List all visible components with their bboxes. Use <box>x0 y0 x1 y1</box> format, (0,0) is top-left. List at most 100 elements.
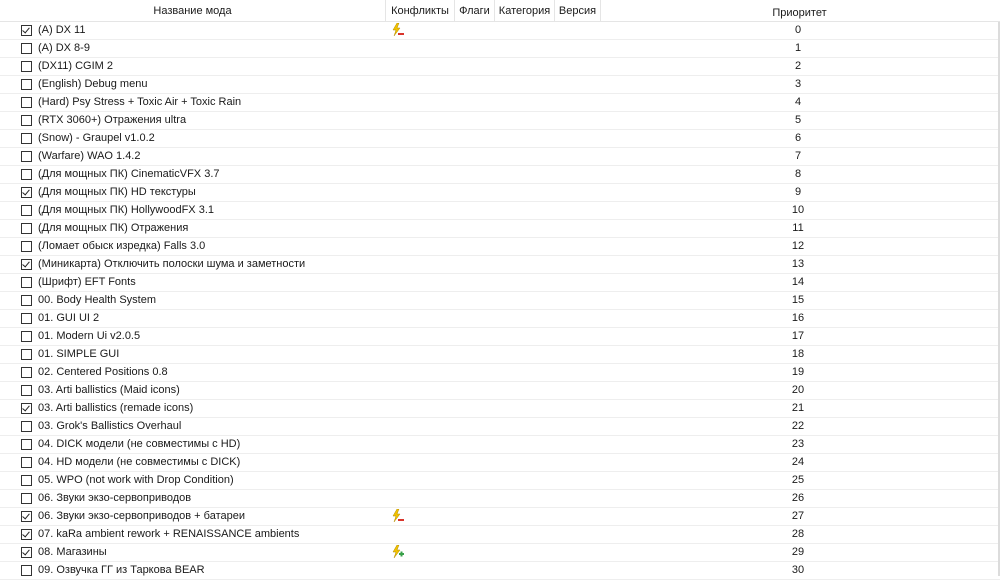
mod-row[interactable]: 01. SIMPLE GUI 18 <box>0 346 1000 364</box>
mod-row[interactable]: (Для мощных ПК) HD текстуры 9 <box>0 184 1000 202</box>
mod-row[interactable]: (Hard) Psy Stress + Toxic Air + Toxic Ra… <box>0 94 1000 112</box>
mod-priority: 23 <box>791 438 805 450</box>
mod-list: (A) DX 11 0 (A) DX 8-9 1 (DX11) CGIM 2 2 (Engl… <box>0 22 1000 580</box>
mod-priority: 2 <box>794 60 802 72</box>
mod-enabled-checkbox[interactable] <box>21 97 32 108</box>
mod-enabled-checkbox[interactable] <box>21 115 32 126</box>
mod-enabled-checkbox[interactable] <box>21 385 32 396</box>
mod-priority: 17 <box>791 330 805 342</box>
mod-enabled-checkbox[interactable] <box>21 475 32 486</box>
mod-name: 02. Centered Positions 0.8 <box>38 366 168 378</box>
mod-row[interactable]: (Для мощных ПК) CinematicVFX 3.7 8 <box>0 166 1000 184</box>
conflict-overwritten-icon <box>391 22 405 37</box>
mod-name: (Шрифт) EFT Fonts <box>38 276 136 288</box>
mod-enabled-checkbox[interactable] <box>21 403 32 414</box>
mod-priority: 27 <box>791 510 805 522</box>
mod-priority: 6 <box>794 132 802 144</box>
mod-enabled-checkbox[interactable] <box>21 493 32 504</box>
mod-name: 06. Звуки экзо-сервоприводов <box>38 492 192 504</box>
column-header-conflicts[interactable]: Конфликты <box>386 0 455 22</box>
mod-enabled-checkbox[interactable] <box>21 295 32 306</box>
mod-enabled-checkbox[interactable] <box>21 313 32 324</box>
mod-enabled-checkbox[interactable] <box>21 241 32 252</box>
mod-enabled-checkbox[interactable] <box>21 43 32 54</box>
mod-name: (Для мощных ПК) Отражения <box>38 222 189 234</box>
mod-priority: 26 <box>791 492 805 504</box>
mod-priority: 29 <box>791 546 805 558</box>
mod-row[interactable]: 01. Modern Ui v2.0.5 17 <box>0 328 1000 346</box>
mod-priority: 21 <box>791 402 805 414</box>
mod-row[interactable]: 07. kaRa ambient rework + RENAISSANCE am… <box>0 526 1000 544</box>
mod-enabled-checkbox[interactable] <box>21 439 32 450</box>
mod-enabled-checkbox[interactable] <box>21 61 32 72</box>
mod-enabled-checkbox[interactable] <box>21 421 32 432</box>
mod-enabled-checkbox[interactable] <box>21 25 32 36</box>
mod-enabled-checkbox[interactable] <box>21 187 32 198</box>
mod-row[interactable]: 01. GUI UI 2 16 <box>0 310 1000 328</box>
mod-row[interactable]: 08. Магазины 29 <box>0 544 1000 562</box>
mod-priority: 18 <box>791 348 805 360</box>
mod-row[interactable]: 06. Звуки экзо-сервоприводов 26 <box>0 490 1000 508</box>
mod-enabled-checkbox[interactable] <box>21 277 32 288</box>
column-header-name[interactable]: Название мода <box>0 0 386 22</box>
mod-name: 00. Body Health System <box>38 294 157 306</box>
mod-enabled-checkbox[interactable] <box>21 349 32 360</box>
mod-enabled-checkbox[interactable] <box>21 529 32 540</box>
mod-priority: 16 <box>791 312 805 324</box>
mod-row[interactable]: 04. HD модели (не совместимы с DICK) 24 <box>0 454 1000 472</box>
mod-enabled-checkbox[interactable] <box>21 511 32 522</box>
mod-name: (Hard) Psy Stress + Toxic Air + Toxic Ra… <box>38 96 242 108</box>
mod-priority: 14 <box>791 276 805 288</box>
mod-name: 06. Звуки экзо-сервоприводов + батареи <box>38 510 245 522</box>
mod-enabled-checkbox[interactable] <box>21 367 32 378</box>
mod-name: 07. kaRa ambient rework + RENAISSANCE am… <box>38 528 300 540</box>
column-header-priority[interactable]: Приоритет <box>601 0 998 22</box>
mod-name: 03. Grok's Ballistics Overhaul <box>38 420 182 432</box>
mod-enabled-checkbox[interactable] <box>21 151 32 162</box>
mod-name: 05. WPO (not work with Drop Condition) <box>38 474 234 486</box>
mod-row[interactable]: (A) DX 8-9 1 <box>0 40 1000 58</box>
mod-enabled-checkbox[interactable] <box>21 259 32 270</box>
mod-row[interactable]: 09. Озвучка ГГ из Таркова BEAR 30 <box>0 562 1000 580</box>
mod-row[interactable]: 02. Centered Positions 0.8 19 <box>0 364 1000 382</box>
mod-row[interactable]: (Для мощных ПК) HollywoodFX 3.1 10 <box>0 202 1000 220</box>
column-header-flags[interactable]: Флаги <box>455 0 495 22</box>
mod-row[interactable]: 03. Grok's Ballistics Overhaul 22 <box>0 418 1000 436</box>
mod-enabled-checkbox[interactable] <box>21 169 32 180</box>
mod-row[interactable]: 04. DICK модели (не совместимы с HD) 23 <box>0 436 1000 454</box>
mod-row[interactable]: 06. Звуки экзо-сервоприводов + батареи 27 <box>0 508 1000 526</box>
mod-row[interactable]: (Snow) - Graupel v1.0.2 6 <box>0 130 1000 148</box>
mod-row[interactable]: (RTX 3060+) Отражения ultra 5 <box>0 112 1000 130</box>
mod-name: (English) Debug menu <box>38 78 148 90</box>
mod-enabled-checkbox[interactable] <box>21 205 32 216</box>
mod-enabled-checkbox[interactable] <box>21 565 32 576</box>
mod-row[interactable]: (A) DX 11 0 <box>0 22 1000 40</box>
mod-enabled-checkbox[interactable] <box>21 133 32 144</box>
mod-priority: 3 <box>794 78 802 90</box>
mod-row[interactable]: (Для мощных ПК) Отражения 11 <box>0 220 1000 238</box>
mod-enabled-checkbox[interactable] <box>21 79 32 90</box>
mod-row[interactable]: 03. Arti ballistics (remade icons) 21 <box>0 400 1000 418</box>
mod-enabled-checkbox[interactable] <box>21 331 32 342</box>
mod-priority: 15 <box>791 294 805 306</box>
mod-row[interactable]: (Ломает обыск изредка) Falls 3.0 12 <box>0 238 1000 256</box>
mod-row[interactable]: 00. Body Health System 15 <box>0 292 1000 310</box>
mod-priority: 9 <box>794 186 802 198</box>
mod-enabled-checkbox[interactable] <box>21 457 32 468</box>
mod-enabled-checkbox[interactable] <box>21 223 32 234</box>
mod-row[interactable]: 03. Arti ballistics (Maid icons) 20 <box>0 382 1000 400</box>
mod-row[interactable]: (DX11) CGIM 2 2 <box>0 58 1000 76</box>
column-header-version[interactable]: Версия <box>555 0 601 22</box>
mod-name: 04. HD модели (не совместимы с DICK) <box>38 456 241 468</box>
mod-row[interactable]: (Миникарта) Отключить полоски шума и зам… <box>0 256 1000 274</box>
mod-enabled-checkbox[interactable] <box>21 547 32 558</box>
mod-priority: 0 <box>794 24 802 36</box>
mod-priority: 4 <box>794 96 802 108</box>
mod-name: (A) DX 11 <box>38 24 86 36</box>
column-header-category[interactable]: Категория <box>495 0 555 22</box>
mod-row[interactable]: (Шрифт) EFT Fonts 14 <box>0 274 1000 292</box>
mod-row[interactable]: (English) Debug menu 3 <box>0 76 1000 94</box>
mod-row[interactable]: 05. WPO (not work with Drop Condition) 25 <box>0 472 1000 490</box>
mod-row[interactable]: (Warfare) WAO 1.4.2 7 <box>0 148 1000 166</box>
mod-name: 03. Arti ballistics (Maid icons) <box>38 384 180 396</box>
